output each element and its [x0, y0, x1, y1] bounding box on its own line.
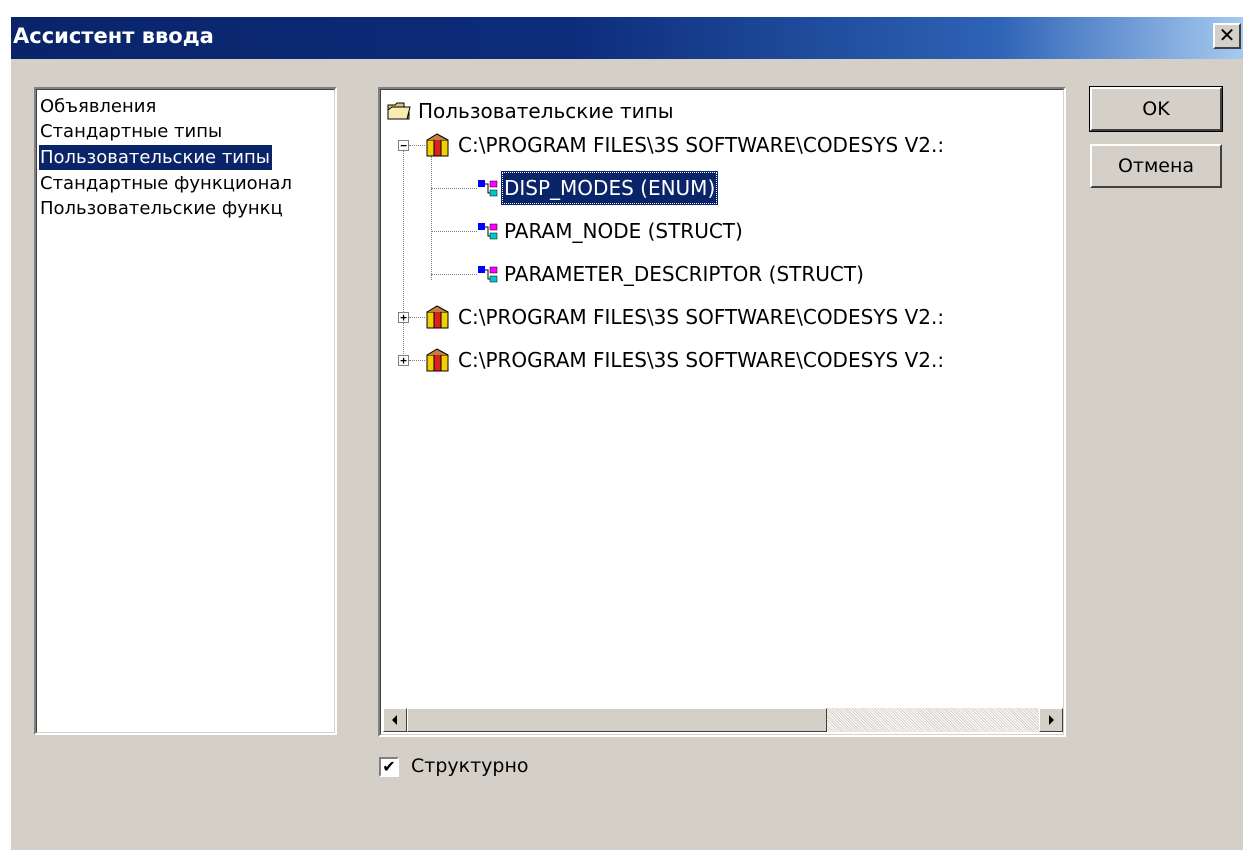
arrow-right-icon	[1049, 715, 1054, 725]
category-list[interactable]: Объявления Стандартные типы Пользователь…	[34, 87, 337, 735]
tree-connector	[431, 188, 477, 189]
tree-root-label: Пользовательские типы	[418, 99, 674, 123]
tree-child-label: DISP_MODES (ENUM)	[501, 171, 719, 205]
category-item-declarations[interactable]: Объявления	[39, 94, 158, 119]
type-icon	[478, 266, 498, 283]
horizontal-scrollbar[interactable]	[383, 708, 1063, 732]
folder-icon	[387, 102, 411, 120]
tree-connector	[403, 150, 404, 362]
collapse-icon[interactable]: −	[398, 140, 409, 151]
tree-node-label: C:\PROGRAM FILES\3S SOFTWARE\CODESYS V2.…	[458, 133, 945, 157]
scroll-right-button[interactable]	[1039, 708, 1063, 732]
input-assistant-dialog: Ассистент ввода ✕ Объявления Стандартные…	[10, 16, 1243, 850]
library-icon	[426, 305, 449, 329]
type-tree[interactable]: Пользовательские типы − C:\PROGRAM FILES…	[378, 87, 1066, 737]
structured-label: Структурно	[411, 755, 529, 777]
tree-node-label: C:\PROGRAM FILES\3S SOFTWARE\CODESYS V2.…	[458, 348, 945, 372]
tree-node-label: C:\PROGRAM FILES\3S SOFTWARE\CODESYS V2.…	[458, 305, 945, 329]
expand-icon[interactable]: +	[398, 355, 409, 366]
scroll-thumb[interactable]	[407, 708, 827, 732]
library-icon	[426, 133, 449, 157]
scroll-left-button[interactable]	[383, 708, 407, 732]
expand-icon[interactable]: +	[398, 312, 409, 323]
tree-connector	[431, 231, 477, 232]
structured-checkbox[interactable]: ✔	[379, 757, 399, 777]
title-bar[interactable]: Ассистент ввода ✕	[11, 17, 1243, 59]
category-item-standard-types[interactable]: Стандартные типы	[39, 119, 224, 144]
close-button[interactable]: ✕	[1213, 23, 1241, 49]
tree-connector	[431, 156, 432, 280]
dialog-title: Ассистент ввода	[13, 24, 214, 48]
type-icon	[478, 223, 498, 240]
close-icon: ✕	[1218, 23, 1236, 47]
category-item-user-types[interactable]: Пользовательские типы	[39, 145, 272, 170]
tree-child-label: PARAM_NODE (STRUCT)	[504, 219, 743, 243]
category-item-standard-function-blocks[interactable]: Стандартные функционал	[39, 171, 294, 196]
type-icon	[478, 180, 498, 197]
cancel-button[interactable]: Отмена	[1090, 144, 1222, 188]
tree-connector	[409, 145, 425, 146]
tree-connector	[409, 317, 425, 318]
tree-connector	[431, 274, 477, 275]
tree-child-label: PARAMETER_DESCRIPTOR (STRUCT)	[504, 262, 864, 286]
library-icon	[426, 348, 449, 372]
category-item-user-function-blocks[interactable]: Пользовательские функц	[39, 196, 285, 221]
tree-connector	[409, 360, 425, 361]
arrow-left-icon	[392, 715, 397, 725]
ok-button[interactable]: OK	[1089, 86, 1223, 132]
